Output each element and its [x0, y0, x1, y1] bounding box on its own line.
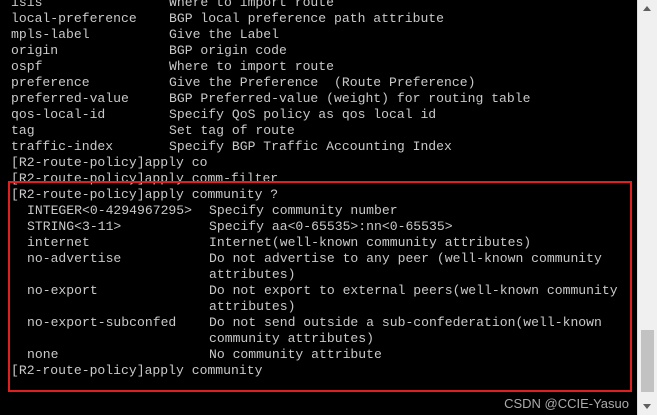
option-help: Where to import route: [169, 59, 335, 74]
community-option-row: no-advertise Do not advertise to any peer…: [11, 251, 636, 267]
option-help: Specify BGP Traffic Accounting Index: [169, 139, 452, 154]
option-row: traffic-index Specify BGP Traffic Account…: [11, 139, 636, 155]
terminal-output: isis Where to import route local-preferen…: [11, 0, 636, 379]
command-prompt-input[interactable]: [R2-route-policy]apply community: [11, 363, 262, 379]
option-help: Where to import route: [169, 0, 335, 10]
option-row: preference Give the Preference (Route Pre…: [11, 75, 636, 91]
option-row: tag Set tag of route: [11, 123, 636, 139]
community-option-row: none No community attribute: [11, 347, 636, 363]
community-option-row: internet Internet(well-known community at…: [11, 235, 636, 251]
command-text: [R2-route-policy]apply co: [11, 155, 208, 170]
option-help: Give the Label: [169, 27, 280, 42]
community-option-row: no-export Do not export to external peers…: [11, 283, 636, 299]
option-row: isis Where to import route: [11, 0, 636, 11]
community-option-row: INTEGER<0-4294967295> Specify community n…: [11, 203, 636, 219]
command-line: [R2-route-policy]apply comm-filter: [11, 171, 636, 187]
option-help: Do not send outside a sub-confederation(…: [209, 315, 602, 330]
option-name: no-export-subconfed: [27, 315, 177, 330]
option-help: Specify QoS policy as qos local id: [169, 107, 437, 122]
option-help-continued: community attributes): [209, 331, 375, 346]
option-name: none: [27, 347, 59, 362]
option-name: mpls-label: [11, 27, 90, 42]
scroll-down-arrow-icon[interactable]: [638, 398, 657, 415]
option-name: internet: [27, 235, 90, 250]
option-name: preferred-value: [11, 91, 129, 106]
option-row: preferred-value BGP Preferred-value (weig…: [11, 91, 636, 107]
option-help: No community attribute: [209, 347, 382, 362]
command-text: [R2-route-policy]apply community ?: [11, 187, 279, 202]
vertical-scrollbar[interactable]: [637, 0, 657, 415]
option-help: Specify aa<0-65535>:nn<0-65535>: [209, 219, 453, 234]
community-option-row: community attributes): [11, 331, 636, 347]
option-help: BGP local preference path attribute: [169, 11, 445, 26]
option-row: qos-local-id Specify QoS policy as qos lo…: [11, 107, 636, 123]
option-help-continued: attributes): [209, 299, 296, 314]
option-row: local-preference BGP local preference pat…: [11, 11, 636, 27]
option-name: tag: [11, 123, 35, 138]
option-row: mpls-label Give the Label: [11, 27, 636, 43]
scroll-thumb[interactable]: [641, 330, 654, 392]
option-help: Set tag of route: [169, 123, 295, 138]
watermark: CSDN @CCIE-Yasuo: [504, 396, 629, 411]
option-row: origin BGP origin code: [11, 43, 636, 59]
option-help: Specify community number: [209, 203, 398, 218]
command-line: [R2-route-policy]apply community: [11, 363, 636, 379]
option-name: ospf: [11, 59, 43, 74]
option-name: isis: [11, 0, 43, 10]
option-name: traffic-index: [11, 139, 114, 154]
option-help: Do not advertise to any peer (well-known…: [209, 251, 602, 266]
option-name: no-advertise: [27, 251, 122, 266]
option-help-continued: attributes): [209, 267, 296, 282]
option-name: STRING<3-11>: [27, 219, 122, 234]
option-row: ospf Where to import route: [11, 59, 636, 75]
terminal-window[interactable]: isis Where to import route local-preferen…: [0, 0, 657, 415]
community-option-row: no-export-subconfed Do not send outside a…: [11, 315, 636, 331]
command-line: [R2-route-policy]apply co: [11, 155, 636, 171]
scroll-up-arrow-icon[interactable]: [638, 0, 657, 17]
option-name: local-preference: [11, 11, 137, 26]
option-name: INTEGER<0-4294967295>: [27, 203, 193, 218]
option-help: BGP origin code: [169, 43, 287, 58]
community-option-row: attributes): [11, 299, 636, 315]
option-help: BGP Preferred-value (weight) for routing…: [169, 91, 531, 106]
option-name: preference: [11, 75, 90, 90]
option-name: qos-local-id: [11, 107, 106, 122]
option-name: origin: [11, 43, 59, 58]
community-option-row: STRING<3-11> Specify aa<0-65535>:nn<0-655…: [11, 219, 636, 235]
option-help: Internet(well-known community attributes…: [209, 235, 532, 250]
command-line: [R2-route-policy]apply community ?: [11, 187, 636, 203]
option-name: no-export: [27, 283, 98, 298]
command-text: [R2-route-policy]apply comm-filter: [11, 171, 279, 186]
option-help: Give the Preference (Route Preference): [169, 75, 476, 90]
community-option-row: attributes): [11, 267, 636, 283]
option-help: Do not export to external peers(well-kno…: [209, 283, 618, 298]
